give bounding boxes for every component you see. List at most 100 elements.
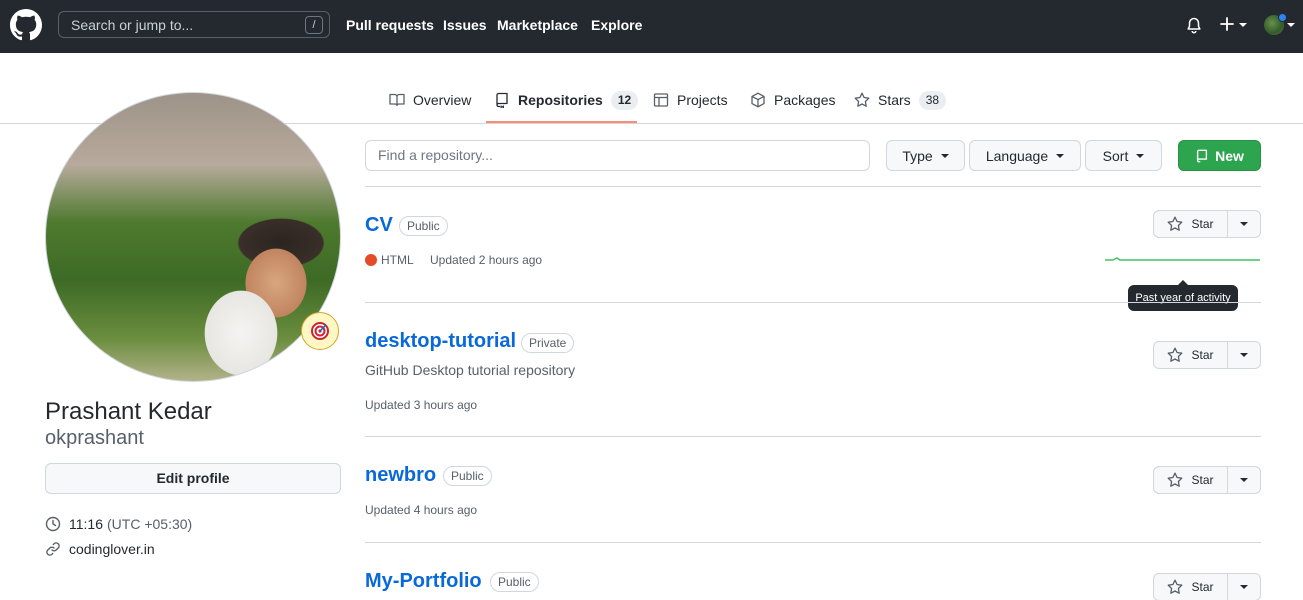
- repo-name-link[interactable]: CV: [365, 214, 393, 237]
- chevron-down-icon: [1240, 478, 1248, 482]
- sort-button[interactable]: Sort: [1085, 140, 1162, 171]
- search-placeholder: Search or jump to...: [71, 17, 194, 33]
- repo-name-link[interactable]: desktop-tutorial: [365, 330, 516, 353]
- chevron-down-icon: [1240, 222, 1248, 226]
- new-repository-button[interactable]: New: [1178, 140, 1261, 171]
- find-repository-input[interactable]: Find a repository...: [365, 140, 870, 171]
- chevron-down-icon: [1240, 353, 1248, 357]
- notification-dot-icon: [1278, 13, 1287, 22]
- type-label: Type: [902, 147, 933, 164]
- star-button[interactable]: Star: [1154, 467, 1228, 493]
- language-color-dot: [365, 254, 377, 266]
- timezone-value: (UTC +05:30): [107, 516, 193, 532]
- search-shortcut-key: /: [305, 16, 323, 34]
- nav-pull-requests[interactable]: Pull requests: [346, 17, 434, 33]
- notifications-bell-icon[interactable]: [1186, 17, 1202, 34]
- visibility-badge: Public: [443, 466, 492, 486]
- repo-icon: [494, 92, 510, 108]
- star-button[interactable]: Star: [1154, 342, 1228, 368]
- star-label: Star: [1191, 473, 1214, 487]
- link-icon: [45, 541, 61, 557]
- list-divider: [365, 302, 1261, 303]
- repo-name-link[interactable]: My-Portfolio: [365, 570, 482, 593]
- star-button[interactable]: Star: [1154, 574, 1228, 600]
- repo-updated: Updated 4 hours ago: [365, 503, 478, 517]
- tab-projects[interactable]: Projects: [653, 88, 728, 112]
- star-button-group[interactable]: Star: [1153, 573, 1261, 600]
- sort-label: Sort: [1102, 147, 1129, 164]
- list-divider: [365, 542, 1261, 543]
- edit-profile-button[interactable]: Edit profile: [45, 463, 341, 494]
- star-label: Star: [1191, 348, 1214, 362]
- language-label: Language: [985, 147, 1049, 164]
- top-header: Search or jump to... / Pull requests Iss…: [0, 0, 1303, 53]
- package-icon: [750, 92, 766, 108]
- star-list-dropdown[interactable]: [1228, 574, 1260, 600]
- repo-icon: [1195, 149, 1209, 163]
- table-icon: [653, 92, 669, 108]
- star-button-group[interactable]: Star: [1153, 466, 1261, 494]
- activity-sparkline[interactable]: [1105, 254, 1260, 264]
- create-chevron-down-icon[interactable]: [1239, 23, 1247, 27]
- tab-repositories[interactable]: Repositories 12: [494, 88, 639, 112]
- status-emoji-target-icon[interactable]: [301, 312, 339, 350]
- repo-updated: Updated 2 hours ago: [430, 253, 543, 267]
- visibility-badge: Public: [399, 216, 448, 236]
- tab-packages[interactable]: Packages: [750, 88, 835, 112]
- repositories-count-badge: 12: [610, 90, 639, 110]
- user-menu-chevron-down-icon[interactable]: [1287, 23, 1295, 27]
- tab-label: Repositories: [518, 92, 603, 108]
- star-list-dropdown[interactable]: [1228, 211, 1260, 237]
- chevron-down-icon: [1136, 153, 1145, 158]
- local-time: 11:16 (UTC +05:30): [45, 516, 192, 532]
- profile-username: okprashant: [45, 427, 144, 449]
- star-list-dropdown[interactable]: [1228, 342, 1260, 368]
- global-search-input[interactable]: Search or jump to... /: [58, 11, 330, 38]
- repo-updated: Updated 3 hours ago: [365, 398, 478, 412]
- chevron-down-icon: [1240, 585, 1248, 589]
- tab-label: Stars: [878, 92, 911, 108]
- star-label: Star: [1191, 580, 1214, 594]
- stars-count-badge: 38: [918, 90, 947, 110]
- repo-name-link[interactable]: newbro: [365, 464, 436, 487]
- star-icon: [1167, 216, 1183, 232]
- star-icon: [1167, 579, 1183, 595]
- nav-issues[interactable]: Issues: [443, 17, 487, 33]
- visibility-badge: Private: [521, 333, 575, 353]
- chevron-down-icon: [940, 153, 949, 158]
- tab-overview[interactable]: Overview: [389, 88, 471, 112]
- website-link[interactable]: codinglover.in: [45, 541, 155, 557]
- star-icon: [1167, 472, 1183, 488]
- visibility-badge: Public: [490, 572, 539, 592]
- nav-explore[interactable]: Explore: [591, 17, 642, 33]
- create-plus-icon[interactable]: [1220, 17, 1234, 31]
- activity-tooltip: Past year of activity: [1128, 285, 1238, 311]
- star-icon: [854, 92, 870, 108]
- profile-avatar[interactable]: [45, 92, 341, 382]
- star-button[interactable]: Star: [1154, 211, 1228, 237]
- star-label: Star: [1191, 217, 1214, 231]
- star-button-group[interactable]: Star: [1153, 210, 1261, 238]
- tab-label: Projects: [677, 92, 728, 108]
- star-list-dropdown[interactable]: [1228, 467, 1260, 493]
- language-filter-button[interactable]: Language: [969, 140, 1081, 171]
- book-icon: [389, 92, 405, 108]
- language-label: HTML: [381, 253, 414, 267]
- type-filter-button[interactable]: Type: [886, 140, 965, 171]
- new-label: New: [1215, 147, 1244, 164]
- tab-label: Packages: [774, 92, 836, 108]
- time-value: 11:16: [69, 516, 103, 532]
- nav-marketplace[interactable]: Marketplace: [497, 17, 578, 33]
- star-icon: [1167, 347, 1183, 363]
- tab-label: Overview: [413, 92, 472, 108]
- star-button-group[interactable]: Star: [1153, 341, 1261, 369]
- tab-stars[interactable]: Stars 38: [854, 88, 947, 112]
- website-text[interactable]: codinglover.in: [69, 541, 155, 557]
- clock-icon: [45, 516, 61, 532]
- chevron-down-icon: [1056, 153, 1065, 158]
- repo-language: HTML: [365, 253, 414, 267]
- repo-description: GitHub Desktop tutorial repository: [365, 362, 576, 378]
- list-divider: [365, 436, 1261, 437]
- profile-full-name: Prashant Kedar: [45, 398, 212, 425]
- github-logo-icon[interactable]: [10, 9, 42, 41]
